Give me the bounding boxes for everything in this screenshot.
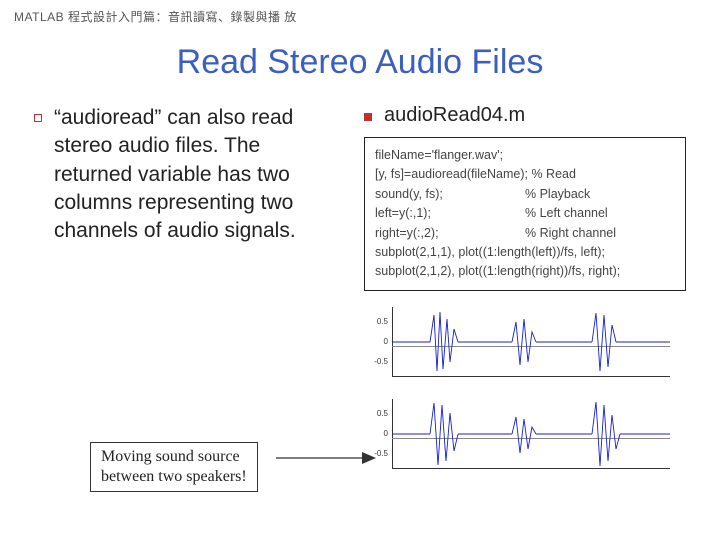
- code-line: [y, fs]=audioread(fileName);: [375, 165, 528, 184]
- content-row: “audioread” can also read stereo audio f…: [0, 104, 720, 487]
- chart-stack: 0.5 0 -0.5: [364, 303, 686, 481]
- square-bullet-icon: [34, 114, 42, 122]
- page-title: Read Stereo Audio Files: [0, 43, 720, 82]
- breadcrumb: MATLAB 程式設計入門篇：音訊讀寫、錄製與播 放: [0, 0, 720, 25]
- source-file-label: audioRead04.m: [384, 104, 525, 127]
- callout-line: Moving sound source: [101, 447, 247, 467]
- code-listing: fileName='flanger.wav'; [y, fs]=audiorea…: [364, 137, 686, 291]
- square-bullet-icon: [364, 113, 372, 121]
- arrow-icon: [276, 448, 376, 468]
- bullet-item-right: audioRead04.m: [364, 104, 686, 127]
- code-line: left=y(:,1);: [375, 204, 525, 223]
- code-comment: % Playback: [525, 185, 590, 204]
- ytick-label: 0: [368, 429, 388, 438]
- code-comment: % Right channel: [525, 224, 616, 243]
- code-line: sound(y, fs);: [375, 185, 525, 204]
- code-comment: % Read: [531, 165, 575, 184]
- code-comment: % Left channel: [525, 204, 608, 223]
- code-line: subplot(2,1,2), plot((1:length(right))/f…: [375, 262, 620, 281]
- ytick-label: 0.5: [368, 317, 388, 326]
- ytick-label: -0.5: [368, 357, 388, 366]
- ytick-label: 0: [368, 337, 388, 346]
- bullet-item-left: “audioread” can also read stereo audio f…: [34, 104, 344, 246]
- ytick-label: 0.5: [368, 409, 388, 418]
- body-paragraph: “audioread” can also read stereo audio f…: [54, 104, 344, 246]
- code-line: subplot(2,1,1), plot((1:length(left))/fs…: [375, 243, 605, 262]
- waveform-svg: [392, 307, 670, 377]
- code-line: fileName='flanger.wav';: [375, 146, 503, 165]
- waveform-chart-left: 0.5 0 -0.5: [364, 303, 674, 389]
- callout-line: between two speakers!: [101, 467, 247, 487]
- callout-box: Moving sound source between two speakers…: [90, 442, 258, 492]
- waveform-svg: [392, 399, 670, 469]
- waveform-chart-right: 0.5 0 -0.5: [364, 395, 674, 481]
- left-column: “audioread” can also read stereo audio f…: [34, 104, 344, 487]
- code-line: right=y(:,2);: [375, 224, 525, 243]
- right-column: audioRead04.m fileName='flanger.wav'; [y…: [364, 104, 686, 487]
